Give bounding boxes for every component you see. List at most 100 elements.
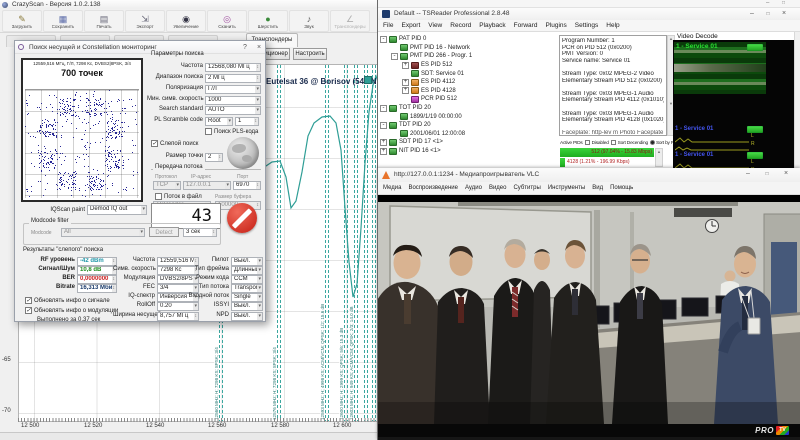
menu-item[interactable]: View [428,22,442,29]
globe-icon [227,137,259,169]
tree-item[interactable]: - TDT PID 20 [380,121,558,130]
port-field[interactable]: 6970 [233,181,261,190]
result-value[interactable]: Выкл. [231,312,263,321]
param-value[interactable]: Г/Л [205,85,261,94]
vlc-video-area[interactable]: PRO TV [378,195,800,440]
result-value[interactable]: Single [231,293,263,302]
legend-chip-icon[interactable] [364,76,372,84]
pid-rate-bar[interactable]: 512 (97.04% - 15.83 Mbps) [560,148,654,157]
menu-item[interactable]: Аудио [465,185,482,191]
tree-item[interactable]: + ES PID 4112 [380,78,558,87]
minimize-icon[interactable]: – [746,9,758,19]
tree-item[interactable]: + SDT PID 17 <1> [380,138,558,147]
expand-icon[interactable]: - [380,105,387,112]
toolbar-icon [100,14,109,24]
tree-item[interactable]: 1899/1/19 00:00:00 [380,112,558,121]
param-value[interactable]: 1000 [205,96,261,105]
result-value[interactable]: Длинный [231,266,263,275]
pl-scramble-mode[interactable]: Root [205,117,233,126]
maximize-icon[interactable]: □ [761,169,773,179]
detect-interval[interactable]: 3 сек [183,228,217,237]
pl-scramble-number[interactable]: 1 [235,117,259,126]
help-button[interactable]: ? [239,43,251,53]
toolbar-button[interactable]: Звук [289,10,329,32]
toolbar-button[interactable]: Загрузить [2,10,42,32]
sort-by-rate-radio[interactable]: Sort by Rate [650,140,673,146]
menu-item[interactable]: Вид [592,185,603,191]
close-icon[interactable]: × [780,169,792,179]
update-info-checkbox[interactable]: Обновлять инфо о модуляции [25,307,118,314]
result-value[interactable]: CCM [231,275,263,284]
expand-icon[interactable]: + [380,148,387,155]
tree-item[interactable]: + ES PID 4128 [380,87,558,96]
disabled-checkbox[interactable]: Disabled [585,140,609,146]
menu-item[interactable]: Help [606,22,619,29]
tree-item[interactable]: + ES PID 512 [380,61,558,70]
tree-item[interactable]: - PAT PID 0 [380,35,558,44]
pid-rate-bar[interactable]: 4128 (1.21% - 196.99 Kbps) [560,158,654,167]
close-icon[interactable]: × [253,43,265,53]
tsreader-scrollbar[interactable] [794,32,800,168]
iqscan-paint-select[interactable]: Demod IQ out [87,205,147,215]
tree-item[interactable]: - PMT PID 266 - Progr. 1 [380,52,558,61]
toolbar-button[interactable]: Сканить [207,10,247,32]
menu-item[interactable]: Субтитры [513,185,540,191]
toolbar-button[interactable]: Печать [84,10,124,32]
menu-item[interactable]: Forward [514,22,538,29]
close-icon[interactable]: × [778,9,790,19]
expand-icon[interactable]: + [402,79,409,86]
menu-item[interactable]: Инструменты [548,185,585,191]
expand-icon[interactable]: - [391,53,398,60]
minimize-icon[interactable]: – [742,169,754,179]
param-value[interactable]: 12568,080 МГц [205,63,261,72]
stream-to-file-checkbox[interactable]: Поток в файл [155,193,202,200]
menu-item[interactable]: Plugins [545,22,566,29]
menu-item[interactable]: Медиа [383,185,401,191]
update-info-checkbox[interactable]: Обновлять инфо о сигнале [25,297,110,304]
toolbar-button[interactable]: Экспорт [125,10,165,32]
constellation-dot [44,122,45,123]
menu-item[interactable]: Воспроизведение [408,185,458,191]
expand-icon[interactable]: + [402,62,409,69]
ip-address-field[interactable]: 127.0.0.1 [183,181,231,190]
result-value[interactable]: Выкл. [231,302,263,311]
expand-icon[interactable]: - [380,36,387,43]
blind-search-checkbox[interactable]: Слепой поиск [151,140,198,147]
pls-search-checkbox[interactable]: Поиск PLS-кода [205,128,258,135]
dot-size-value[interactable]: 2 [205,153,223,162]
sort-descending-checkbox[interactable]: Sort Decending [611,140,648,146]
menu-item[interactable]: File [383,22,393,29]
menu-item[interactable]: Record [450,22,471,29]
expand-icon[interactable]: + [380,139,387,146]
modcode-select[interactable]: All [61,228,145,237]
maximize-icon[interactable]: □ [782,0,785,6]
expand-icon[interactable]: + [402,87,409,94]
pid-scrollbar[interactable]: ▲ [655,148,663,167]
tree-item[interactable]: + NIT PID 16 <1> [380,147,558,156]
maximize-icon[interactable]: □ [762,9,774,19]
detect-button[interactable]: Detect [149,227,179,237]
tree-item[interactable]: 2001/06/01 12:00:08 [380,130,558,139]
minimize-icon[interactable]: – [766,0,769,6]
expand-icon[interactable]: - [380,122,387,129]
toolbar-button[interactable]: Сохранить [43,10,83,32]
tree-item[interactable]: PMT PID 16 - Network [380,44,558,53]
menu-item[interactable]: Settings [575,22,599,29]
param-value[interactable]: AUTO [205,106,261,115]
toolbar-button[interactable]: Транспондеры [330,10,370,32]
menu-item[interactable]: Видео [489,185,507,191]
result-value[interactable]: Выкл. [231,257,263,266]
toolbar-button[interactable]: Увеличение [166,10,206,32]
tree-item[interactable]: - TOT PID 20 [380,104,558,113]
configure-button[interactable]: Настроить [293,48,327,60]
param-value[interactable]: 2 МГц [205,74,261,83]
protocol-select[interactable]: TCP [153,181,181,190]
stop-scan-icon[interactable] [227,203,257,233]
menu-item[interactable]: Playback [479,22,505,29]
tree-item[interactable]: SDT: Service 01 [380,69,558,78]
result-value[interactable]: Transport [231,284,263,293]
menu-item[interactable]: Помощь [610,185,633,191]
menu-item[interactable]: Export [401,22,420,29]
tree-item[interactable]: PCR PID 512 [380,95,558,104]
toolbar-button[interactable]: Шерстить [248,10,288,32]
